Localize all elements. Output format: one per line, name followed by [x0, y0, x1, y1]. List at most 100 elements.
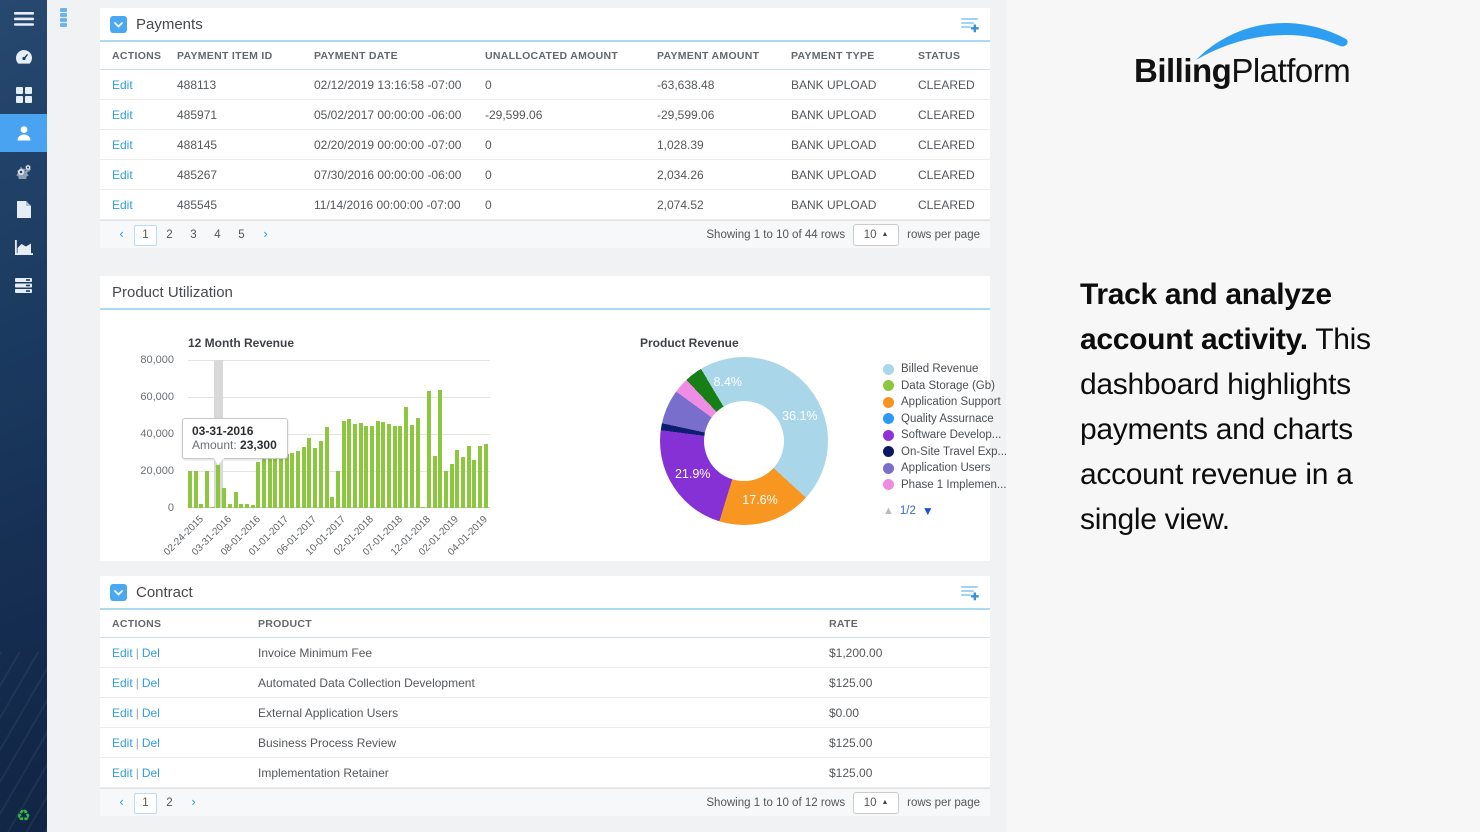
sidebar-item-apps[interactable]	[0, 76, 47, 114]
collapse-chevron-icon[interactable]	[110, 584, 127, 601]
bar	[438, 390, 442, 508]
sidebar-item-reports[interactable]	[0, 228, 47, 266]
table-row: Edit48811302/12/2019 13:16:58 -07:000-63…	[100, 70, 990, 100]
bar	[347, 419, 351, 508]
delete-link[interactable]: Del	[142, 736, 160, 750]
sidebar-item-documents[interactable]	[0, 190, 47, 228]
column-header: PAYMENT TYPE	[785, 42, 912, 70]
bar	[285, 454, 289, 508]
page: ♻ Payments ✚ ACTIONSPAYMENT ITEM IDPAYME…	[0, 0, 1480, 832]
table-cell: Invoice Minimum Fee	[252, 638, 823, 668]
legend-item[interactable]: Software Develop...	[883, 429, 1007, 441]
sidebar-item-menu[interactable]	[0, 0, 47, 38]
legend-color-dot	[883, 430, 894, 441]
legend-item[interactable]: Billed Revenue	[883, 363, 1007, 375]
bar	[353, 424, 357, 508]
bar	[325, 427, 329, 508]
table-cell: 07/30/2016 00:00:00 -06:00	[308, 160, 479, 190]
sidebar-item-settings[interactable]	[0, 152, 47, 190]
y-tick-label: 40,000	[140, 428, 174, 440]
delete-link[interactable]: Del	[142, 706, 160, 720]
prev-page-button[interactable]: ‹	[110, 223, 133, 244]
dashboard-main: Payments ✚ ACTIONSPAYMENT ITEM IDPAYMENT…	[100, 0, 1006, 832]
next-page-button[interactable]: ›	[254, 223, 277, 244]
delete-link[interactable]: Del	[142, 676, 160, 690]
edit-link[interactable]: Edit	[112, 108, 133, 122]
legend-item[interactable]: Quality Assurnace	[883, 413, 1007, 425]
tooltip-amount: Amount: 23,300	[192, 438, 277, 452]
bar	[433, 456, 437, 508]
edit-link[interactable]: Edit	[112, 676, 133, 690]
table-row: Edit48554511/14/2016 00:00:00 -07:0002,0…	[100, 190, 990, 220]
collapse-chevron-icon[interactable]	[110, 16, 127, 33]
legend-item[interactable]: Data Storage (Gb)	[883, 380, 1007, 392]
edit-link[interactable]: Edit	[112, 168, 133, 182]
bar	[245, 504, 249, 508]
bar	[239, 504, 243, 508]
bar	[381, 422, 385, 508]
edit-link[interactable]: Edit	[112, 138, 133, 152]
page-button-2[interactable]: 2	[158, 225, 181, 246]
recycle-icon[interactable]: ♻	[0, 806, 47, 826]
edit-link[interactable]: Edit	[112, 706, 133, 720]
bar	[444, 471, 448, 508]
table-row: Edit48597105/02/2017 00:00:00 -06:00-29,…	[100, 100, 990, 130]
sidebar-item-account[interactable]	[0, 114, 47, 152]
page-button-3[interactable]: 3	[182, 225, 205, 246]
page-button-1[interactable]: 1	[134, 225, 157, 246]
table-cell: 1,028.39	[651, 130, 785, 160]
table-cell: $0.00	[823, 698, 990, 728]
slice-percentage-label: 8.4%	[714, 375, 743, 389]
legend-page-up-icon[interactable]: ▲	[883, 505, 894, 517]
document-icon	[17, 201, 31, 218]
sidebar-item-dashboard[interactable]	[0, 38, 47, 76]
table-cell: 02/12/2019 13:16:58 -07:00	[308, 70, 479, 100]
add-to-list-icon[interactable]: ✚	[961, 586, 978, 600]
marketing-headline: Track and analyze account activity.	[1080, 278, 1332, 356]
bar	[387, 424, 391, 508]
add-to-list-icon[interactable]: ✚	[961, 18, 978, 32]
drag-handle-icon[interactable]	[60, 8, 67, 28]
bar	[478, 446, 482, 508]
donut-legend: Billed Revenue Data Storage (Gb) Applicati…	[883, 363, 1007, 495]
legend-item[interactable]: Phase 1 Implemen...	[883, 479, 1007, 491]
page-button-2[interactable]: 2	[158, 793, 181, 814]
legend-page-down-icon[interactable]: ▼	[922, 504, 934, 518]
bar	[228, 504, 232, 508]
contract-table-body: Edit|DelInvoice Minimum Fee$1,200.00Edit…	[100, 638, 990, 788]
table-cell: 0	[479, 160, 651, 190]
reports-chart-icon	[15, 240, 33, 255]
data-tables-icon	[15, 278, 32, 293]
table-cell: BANK UPLOAD	[785, 160, 912, 190]
caret-up-icon: ▲	[882, 799, 889, 806]
contract-page-size-select[interactable]: 10 ▲	[853, 792, 899, 814]
table-row: Edit48526707/30/2016 00:00:00 -06:0002,0…	[100, 160, 990, 190]
edit-link[interactable]: Edit	[112, 78, 133, 92]
bar	[421, 507, 425, 508]
contract-header: Contract ✚	[100, 576, 990, 610]
page-button-5[interactable]: 5	[230, 225, 253, 246]
edit-link[interactable]: Edit	[112, 766, 133, 780]
legend-color-dot	[883, 380, 894, 391]
payments-section: Payments ✚ ACTIONSPAYMENT ITEM IDPAYMENT…	[100, 8, 990, 248]
next-page-button[interactable]: ›	[182, 791, 205, 812]
legend-item[interactable]: Application Users	[883, 462, 1007, 474]
edit-link[interactable]: Edit	[112, 198, 133, 212]
prev-page-button[interactable]: ‹	[110, 791, 133, 812]
payments-page-size-select[interactable]: 10 ▲	[853, 224, 899, 246]
product-revenue-chart: Product Revenue 36.1%17.6%21.9%8.4% Bill…	[640, 336, 990, 525]
legend-item[interactable]: On-Site Travel Exp...	[883, 446, 1007, 458]
table-cell: CLEARED	[912, 160, 990, 190]
delete-link[interactable]: Del	[142, 646, 160, 660]
delete-link[interactable]: Del	[142, 766, 160, 780]
edit-link[interactable]: Edit	[112, 736, 133, 750]
sidebar-item-data[interactable]	[0, 266, 47, 304]
legend-item[interactable]: Application Support	[883, 396, 1007, 408]
page-button-4[interactable]: 4	[206, 225, 229, 246]
page-button-1[interactable]: 1	[134, 793, 157, 814]
bar	[216, 465, 220, 508]
bar	[205, 471, 209, 508]
legend-pager: ▲ 1/2 ▼	[883, 504, 934, 518]
edit-link[interactable]: Edit	[112, 646, 133, 660]
table-row: Edit|DelImplementation Retainer$125.00	[100, 758, 990, 788]
